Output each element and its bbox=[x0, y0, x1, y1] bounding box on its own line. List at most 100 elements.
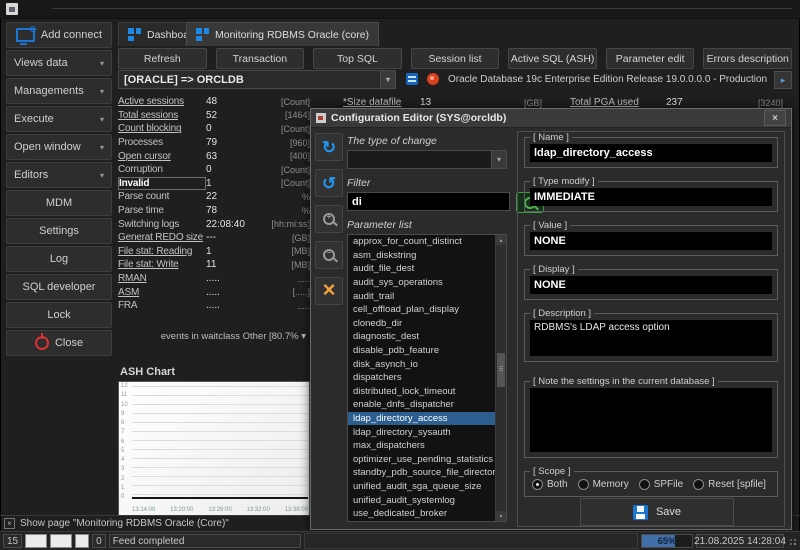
parameter-list-item[interactable]: optimizer_use_pending_statistics bbox=[348, 453, 496, 467]
stat-label[interactable]: FRA bbox=[118, 300, 206, 311]
parameter-list-item[interactable]: unified_audit_systemlog bbox=[348, 493, 496, 507]
stat-unit: [GB] bbox=[291, 232, 310, 243]
refresh-button[interactable]: Refresh bbox=[118, 48, 207, 69]
sidebar-item[interactable]: Log ▾ bbox=[6, 246, 112, 272]
parameter-list-item[interactable]: audit_trail bbox=[348, 289, 496, 303]
parameter-list-item[interactable]: distributed_lock_timeout bbox=[348, 385, 496, 399]
zoom-in-button[interactable]: + bbox=[315, 205, 343, 233]
sidebar-item[interactable]: SQL developer ▾ bbox=[6, 274, 112, 300]
show-page-note: × Show page "Monitoring RDBMS Oracle (Co… bbox=[4, 518, 229, 529]
connection-select[interactable]: [ORACLE] => ORCLDB ▾ bbox=[118, 70, 396, 89]
scope-radio[interactable]: Both bbox=[532, 479, 568, 490]
stat-label[interactable]: Count blocking bbox=[118, 123, 206, 134]
sidebar-item[interactable]: Views data ▾ bbox=[6, 50, 112, 76]
chevron-down-icon[interactable]: ▾ bbox=[491, 151, 506, 168]
stat-label[interactable]: File stat: Write bbox=[118, 259, 206, 270]
close-button[interactable]: Close bbox=[6, 330, 112, 356]
parameter-name: cell_offload_plan_display bbox=[353, 304, 459, 316]
errors-description-button[interactable]: Errors description bbox=[703, 48, 793, 69]
scroll-up-icon[interactable]: ▴ bbox=[496, 235, 506, 245]
scope-group: [ Scope ] Both Memory SPFile Reset [spfi… bbox=[524, 466, 778, 497]
parameter-list-item[interactable]: cell_offload_plan_display bbox=[348, 303, 496, 317]
parameter-edit-button[interactable]: Parameter edit bbox=[605, 48, 695, 69]
stat-label[interactable]: Corruption bbox=[118, 164, 206, 175]
scrollbar-thumb[interactable] bbox=[497, 353, 505, 387]
sidebar-item[interactable]: Execute ▾ bbox=[6, 106, 112, 132]
top-sql-button[interactable]: Top SQL bbox=[313, 48, 402, 69]
expand-button[interactable]: ▸ bbox=[774, 71, 792, 89]
dialog-close-button[interactable]: × bbox=[764, 110, 786, 126]
stat-unit: ..... bbox=[297, 300, 310, 311]
sidebar-item[interactable]: Editors ▾ bbox=[6, 162, 112, 188]
list-scrollbar[interactable]: ▴ ▾ bbox=[495, 235, 506, 521]
sidebar-item[interactable]: MDM ▾ bbox=[6, 190, 112, 216]
parameter-list-item[interactable]: clonedb_dir bbox=[348, 317, 496, 331]
history-icon-button[interactable]: ↺ bbox=[315, 169, 343, 197]
tab-monitoring-rdbms[interactable]: Monitoring RDBMS Oracle (core) bbox=[186, 22, 380, 46]
stat-label[interactable]: Active sessions bbox=[118, 96, 206, 107]
stat-label[interactable]: Processes bbox=[118, 137, 206, 148]
zoom-out-button[interactable]: − bbox=[315, 241, 343, 269]
parameter-list-item[interactable]: audit_file_dest bbox=[348, 262, 496, 276]
save-button[interactable]: Save bbox=[580, 498, 734, 526]
transaction-button[interactable]: Transaction bbox=[215, 48, 305, 69]
stat-label[interactable]: Invalid bbox=[118, 176, 206, 190]
value-field[interactable]: NONE bbox=[530, 232, 772, 250]
parameter-list-item[interactable]: standby_pdb_source_file_directory bbox=[348, 466, 496, 480]
cancel-button[interactable]: × bbox=[315, 277, 343, 305]
stat-label[interactable]: Total sessions bbox=[118, 110, 206, 121]
sidebar-item[interactable]: Managements ▾ bbox=[6, 78, 112, 104]
parameter-list-item[interactable]: ldap_directory_access bbox=[348, 411, 496, 426]
parameter-list-item[interactable]: disable_pdb_feature bbox=[348, 344, 496, 358]
stat-label[interactable]: Parse count bbox=[118, 191, 206, 202]
stat-label[interactable]: Parse time bbox=[118, 205, 206, 216]
parameter-list-item[interactable]: audit_sys_operations bbox=[348, 276, 496, 290]
parameter-list-item[interactable]: unified_audit_sga_queue_size bbox=[348, 480, 496, 494]
parameter-list-item[interactable]: use_dedicated_broker bbox=[348, 507, 496, 521]
type-modify-field[interactable]: IMMEDIATE bbox=[530, 188, 772, 206]
refresh-icon-button[interactable]: ↻ bbox=[315, 133, 343, 161]
parameter-list-item[interactable]: asm_diskstring bbox=[348, 249, 496, 263]
filter-input[interactable] bbox=[347, 192, 510, 211]
stat-label[interactable]: ASM bbox=[118, 287, 206, 298]
stat-value: 63 bbox=[206, 150, 218, 162]
name-field[interactable]: ldap_directory_access bbox=[530, 144, 772, 162]
scope-radio[interactable]: Reset [spfile] bbox=[693, 479, 766, 490]
parameter-list-item[interactable]: dispatchers bbox=[348, 371, 496, 385]
parameter-list-item[interactable]: enable_dnfs_dispatcher bbox=[348, 398, 496, 412]
stat-label[interactable]: File stat: Reading bbox=[118, 246, 206, 257]
stat-label[interactable]: Switching logs bbox=[118, 219, 206, 230]
resize-grip-icon[interactable] bbox=[787, 535, 797, 547]
stat-label[interactable]: RMAN bbox=[118, 273, 206, 284]
scope-radio[interactable]: SPFile bbox=[638, 479, 683, 490]
add-connect-button[interactable]: Add connect bbox=[6, 22, 112, 48]
type-of-change-select[interactable]: ▾ bbox=[347, 150, 507, 169]
parameter-list-item[interactable]: disk_asynch_io bbox=[348, 357, 496, 371]
sidebar-item[interactable]: Lock ▾ bbox=[6, 302, 112, 328]
status-empty-field bbox=[303, 533, 638, 549]
display-field[interactable]: NONE bbox=[530, 276, 772, 294]
close-note-icon[interactable]: × bbox=[4, 518, 15, 529]
filter-label: Filter bbox=[347, 177, 371, 189]
stat-label[interactable]: Generat REDO size bbox=[118, 232, 206, 243]
active-sql-ash-button[interactable]: Active SQL (ASH) bbox=[508, 48, 597, 69]
note-field[interactable] bbox=[530, 388, 772, 452]
parameter-list-item[interactable]: max_dispatchers bbox=[348, 439, 496, 453]
scope-radio[interactable]: Memory bbox=[577, 479, 629, 490]
dialog-title-bar[interactable]: Configuration Editor (SYS@orcldb) × bbox=[311, 109, 791, 128]
power-icon bbox=[34, 333, 49, 350]
waitclass-note[interactable]: events in waitclass Other [80.7% ▾ bbox=[118, 331, 306, 342]
parameter-list-item[interactable]: diagnostic_dest bbox=[348, 330, 496, 344]
sidebar-item[interactable]: Settings ▾ bbox=[6, 218, 112, 244]
total-pga-label[interactable]: Total PGA used bbox=[570, 97, 639, 108]
size-datafile-label[interactable]: *Size datafile bbox=[343, 97, 401, 108]
sidebar: Add connect Views data ▾ Managements ▾ E… bbox=[6, 22, 112, 356]
sidebar-item[interactable]: Open window ▾ bbox=[6, 134, 112, 160]
parameter-list-item[interactable]: ldap_directory_sysauth bbox=[348, 425, 496, 439]
description-field[interactable]: RDBMS's LDAP access option bbox=[530, 320, 772, 356]
session-list-button[interactable]: Session list bbox=[410, 48, 500, 69]
scroll-down-icon[interactable]: ▾ bbox=[496, 511, 506, 521]
chevron-down-icon[interactable]: ▾ bbox=[380, 71, 395, 88]
stat-label[interactable]: Open cursor bbox=[118, 151, 206, 162]
parameter-list-item[interactable]: approx_for_count_distinct bbox=[348, 235, 496, 249]
